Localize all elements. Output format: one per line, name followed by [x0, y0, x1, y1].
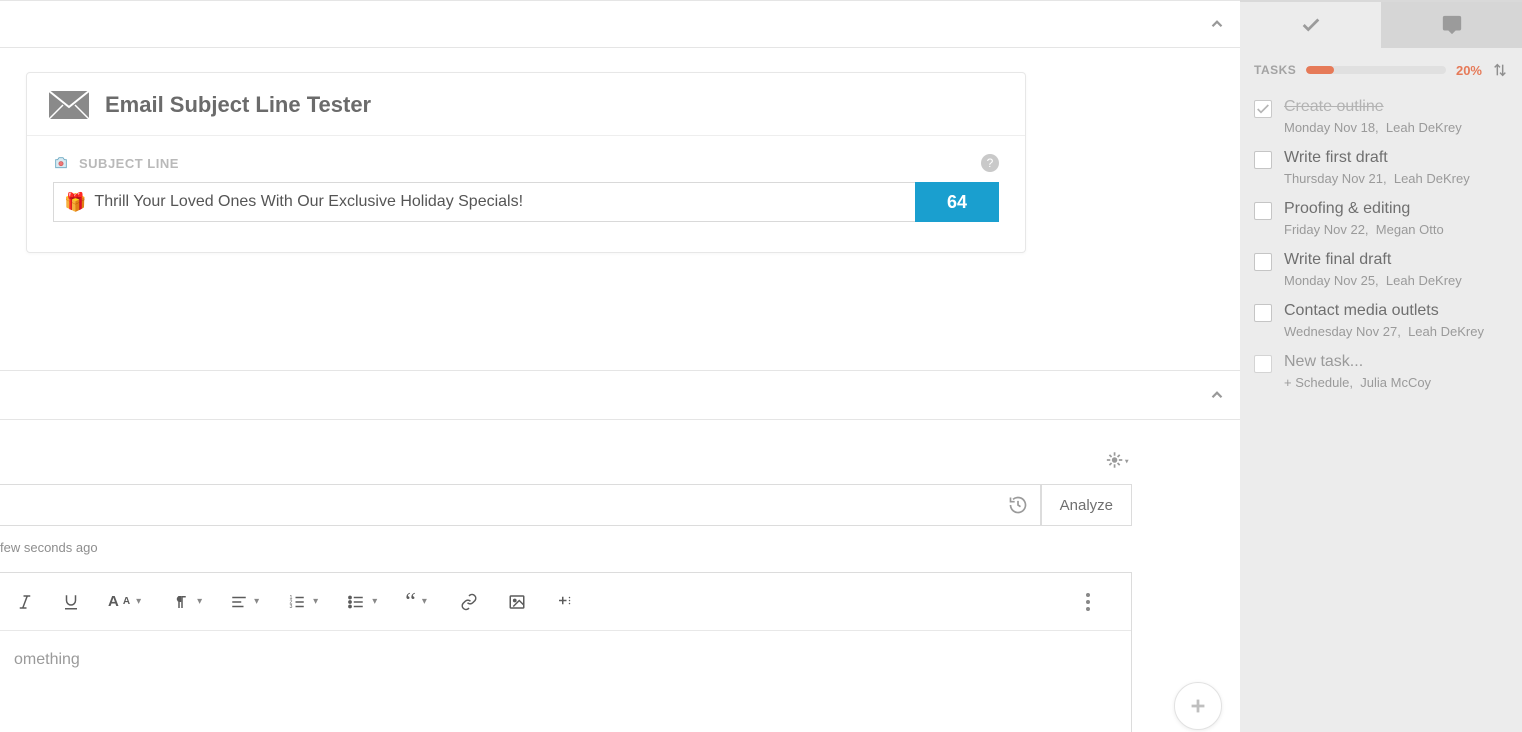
subject-line-label: SUBJECT LINE — [79, 156, 179, 171]
sort-icon[interactable] — [1492, 62, 1508, 78]
tasks-percent: 20% — [1456, 63, 1482, 78]
task-meta: Monday Nov 25, Leah DeKrey — [1284, 273, 1462, 288]
camera-icon — [53, 155, 69, 171]
toolbar-more-icon[interactable] — [1085, 592, 1091, 612]
editor-box: AA 123 “ omething — [0, 572, 1132, 732]
task-checkbox[interactable] — [1254, 151, 1272, 169]
font-size-button[interactable]: AA — [104, 589, 145, 614]
task-item[interactable]: Write first draft Thursday Nov 21, Leah … — [1254, 141, 1508, 192]
section-divider — [0, 370, 1240, 420]
unordered-list-button[interactable] — [342, 589, 381, 615]
envelope-icon — [49, 91, 89, 119]
task-item[interactable]: Proofing & editing Friday Nov 22, Megan … — [1254, 192, 1508, 243]
task-checkbox[interactable] — [1254, 253, 1272, 271]
align-button[interactable] — [226, 589, 263, 615]
subject-input[interactable]: 🎁 Thrill Your Loved Ones With Our Exclus… — [53, 182, 915, 222]
task-title: Write first draft — [1284, 149, 1470, 167]
task-meta: Friday Nov 22, Megan Otto — [1284, 222, 1444, 237]
field-label-row: SUBJECT LINE ? — [53, 154, 999, 172]
tab-tasks[interactable] — [1240, 2, 1381, 48]
saved-timestamp: few seconds ago — [0, 540, 98, 555]
tasks-label: TASKS — [1254, 63, 1296, 77]
task-meta: Monday Nov 18, Leah DeKrey — [1284, 120, 1462, 135]
task-checkbox[interactable] — [1254, 355, 1272, 373]
task-meta: Thursday Nov 21, Leah DeKrey — [1284, 171, 1470, 186]
field-label-left: SUBJECT LINE — [53, 155, 179, 171]
subject-row: 🎁 Thrill Your Loved Ones With Our Exclus… — [53, 182, 999, 222]
subject-text: Thrill Your Loved Ones With Our Exclusiv… — [94, 193, 905, 211]
quote-button[interactable]: “ — [401, 592, 431, 612]
task-checkbox[interactable] — [1254, 304, 1272, 322]
tasks-header: TASKS 20% — [1240, 48, 1522, 84]
gift-emoji: 🎁 — [64, 192, 86, 213]
task-title: Create outline — [1284, 98, 1462, 116]
card-body: SUBJECT LINE ? 🎁 Thrill Your Loved Ones … — [27, 136, 1025, 252]
task-title: Contact media outlets — [1284, 302, 1484, 320]
task-title: Proofing & editing — [1284, 200, 1444, 218]
insert-more-button[interactable] — [551, 589, 579, 615]
card-header: Email Subject Line Tester — [27, 73, 1025, 136]
tab-comments[interactable] — [1381, 2, 1522, 48]
new-task-title: New task... — [1284, 353, 1431, 371]
card-title: Email Subject Line Tester — [105, 92, 371, 118]
new-task-meta: + Schedule, Julia McCoy — [1284, 375, 1431, 390]
progress-fill — [1306, 66, 1334, 74]
sidebar-tabs — [1240, 2, 1522, 48]
sidebar: TASKS 20% Create outline Monday Nov 18, … — [1240, 0, 1522, 732]
editor-area: ▾ Analyze few seconds ago AA — [0, 420, 1240, 732]
add-fab-button[interactable] — [1174, 682, 1222, 730]
svg-text:3: 3 — [290, 604, 293, 610]
ordered-list-button[interactable]: 123 — [283, 589, 322, 615]
task-title: Write final draft — [1284, 251, 1462, 269]
link-button[interactable] — [455, 589, 483, 615]
task-item[interactable]: Create outline Monday Nov 18, Leah DeKre… — [1254, 90, 1508, 141]
task-item[interactable]: Write final draft Monday Nov 25, Leah De… — [1254, 243, 1508, 294]
svg-text:▾: ▾ — [1125, 456, 1129, 465]
tasks-progress — [1306, 66, 1446, 74]
underline-button[interactable] — [58, 589, 84, 615]
image-button[interactable] — [503, 589, 531, 615]
paragraph-button[interactable] — [169, 589, 206, 615]
task-meta: Wednesday Nov 27, Leah DeKrey — [1284, 324, 1484, 339]
history-icon[interactable] — [1008, 495, 1028, 515]
collapse-top-icon[interactable] — [1208, 15, 1226, 33]
top-bar — [0, 0, 1240, 48]
analyze-button[interactable]: Analyze — [1041, 484, 1132, 526]
settings-gear[interactable]: ▾ — [1106, 450, 1130, 470]
analyze-bar: Analyze — [0, 484, 1132, 526]
subject-score: 64 — [915, 182, 999, 222]
email-subject-tester-card: Email Subject Line Tester SUBJECT LINE ?… — [26, 72, 1026, 253]
task-checkbox[interactable] — [1254, 100, 1272, 118]
editor-toolbar: AA 123 “ — [0, 573, 1131, 631]
task-list: Create outline Monday Nov 18, Leah DeKre… — [1240, 84, 1522, 396]
headline-input[interactable] — [0, 484, 1041, 526]
italic-button[interactable] — [12, 589, 38, 615]
main-area: Email Subject Line Tester SUBJECT LINE ?… — [0, 0, 1240, 732]
help-icon[interactable]: ? — [981, 154, 999, 172]
editor-content[interactable]: omething — [0, 631, 1131, 689]
task-checkbox[interactable] — [1254, 202, 1272, 220]
task-item[interactable]: Contact media outlets Wednesday Nov 27, … — [1254, 294, 1508, 345]
new-task-row[interactable]: New task... + Schedule, Julia McCoy — [1254, 345, 1508, 396]
collapse-mid-icon[interactable] — [1208, 386, 1226, 404]
